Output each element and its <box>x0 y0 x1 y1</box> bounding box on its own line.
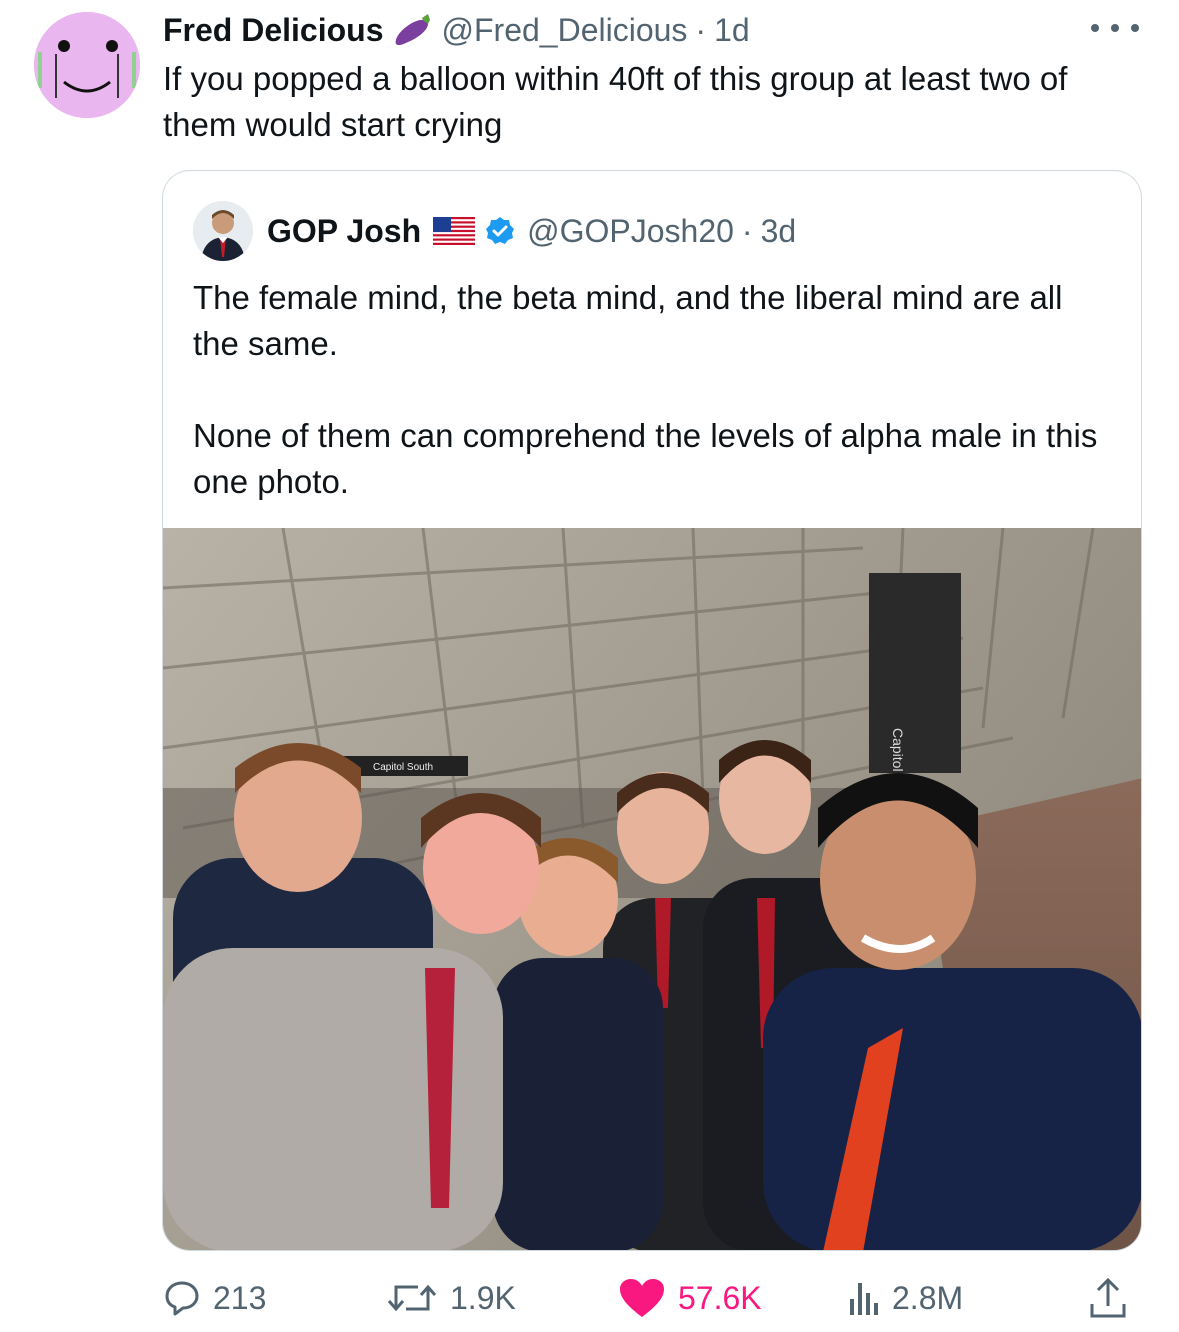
dot <box>1111 24 1119 32</box>
author-name[interactable]: Fred Delicious <box>163 12 384 49</box>
author-handle[interactable]: @Fred_Delicious <box>442 12 688 49</box>
tweet-time[interactable]: 1d <box>714 12 750 49</box>
like-button[interactable]: 57.6K <box>618 1270 762 1326</box>
share-button[interactable] <box>1088 1270 1140 1326</box>
retweet-icon <box>387 1284 437 1312</box>
more-options-icon[interactable] <box>1091 16 1139 40</box>
station-sign-text: Capitol South <box>373 762 433 773</box>
tweet-header: Fred Delicious @Fred_Delicious · 1d <box>163 8 750 52</box>
like-count: 57.6K <box>678 1279 762 1316</box>
separator-dot: · <box>741 212 753 249</box>
reply-icon <box>165 1281 199 1316</box>
reply-button[interactable]: 213 <box>163 1270 266 1326</box>
quoted-author-name[interactable]: GOP Josh <box>267 213 421 250</box>
quoted-paragraph: None of them can comprehend the levels o… <box>193 417 1098 500</box>
dot <box>1131 24 1139 32</box>
quoted-tweet-header: GOP Josh @GOPJosh20 · 3d <box>193 201 796 261</box>
share-icon <box>1090 1277 1126 1318</box>
quoted-tweet-text: The female mind, the beta mind, and the … <box>193 275 1113 505</box>
quoted-tweet-time[interactable]: 3d <box>761 213 797 250</box>
views-count: 2.8M <box>892 1279 964 1316</box>
us-flag-icon <box>433 217 476 245</box>
quoted-author-avatar[interactable] <box>193 201 253 261</box>
quoted-tweet-card[interactable]: GOP Josh @GOPJosh20 · 3d The female mind… <box>162 170 1142 1251</box>
views-icon <box>850 1283 878 1315</box>
reply-count: 213 <box>213 1279 267 1316</box>
views-button[interactable]: 2.8M <box>848 1270 963 1326</box>
smiley-avatar-icon <box>34 12 140 118</box>
heart-icon <box>620 1279 664 1317</box>
pillar-sign: Capitol <box>890 728 906 772</box>
tweet-text: If you popped a balloon within 40ft of t… <box>163 60 1068 143</box>
quoted-paragraph: The female mind, the beta mind, and the … <box>193 279 1063 362</box>
quoted-author-handle[interactable]: @GOPJosh20 <box>527 213 734 250</box>
station-pillar <box>869 573 961 773</box>
eggplant-icon <box>395 14 430 46</box>
retweet-button[interactable]: 1.9K <box>386 1270 516 1326</box>
tweet-actions: 213 1.9K 57.6K 2.8M <box>0 1270 1179 1326</box>
dot <box>1091 24 1099 32</box>
tweet-photo[interactable]: Capitol Capitol South <box>163 528 1142 1251</box>
separator-dot: · <box>695 11 707 48</box>
verified-badge-icon <box>486 217 515 244</box>
author-avatar[interactable] <box>34 12 140 118</box>
person-avatar-icon <box>193 201 253 261</box>
retweet-count: 1.9K <box>450 1279 516 1316</box>
